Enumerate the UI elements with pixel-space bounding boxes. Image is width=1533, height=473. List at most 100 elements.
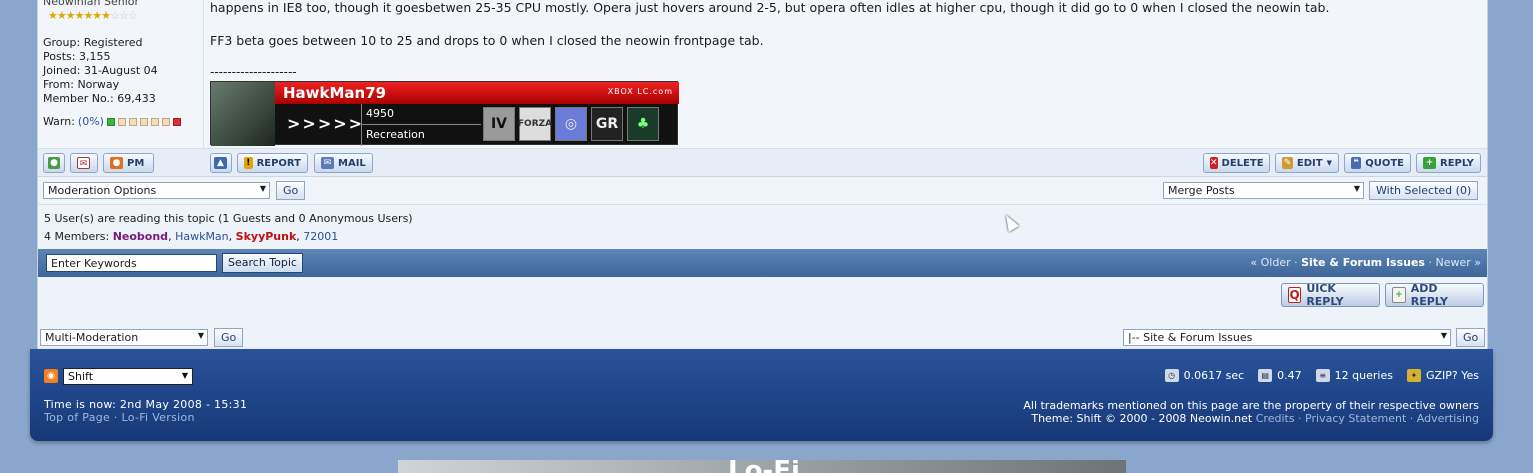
- nav-separator: ·: [1428, 256, 1432, 269]
- speech-bubble-icon: ❝: [1351, 157, 1362, 169]
- lofi-version-link[interactable]: Lo-Fi Version: [121, 411, 194, 424]
- bottom-banner-ad[interactable]: Lo-Fi: [398, 460, 1126, 473]
- rank-stars: ★★★★★★★☆☆☆: [48, 9, 138, 22]
- game-tile: ♣: [627, 107, 659, 141]
- database-icon: ≡: [1315, 369, 1330, 382]
- multi-moderation-value: Multi-Moderation: [45, 331, 139, 344]
- quote-button[interactable]: ❝ QUOTE: [1344, 153, 1411, 173]
- chevron-down-icon: ▼: [1440, 331, 1447, 340]
- theme-credit: Theme: Shift © 2000 - 2008 Neowin.net: [1031, 412, 1253, 425]
- gamer-zone: Recreation: [361, 125, 481, 146]
- gamercard-signature[interactable]: HawkMan79 XBOX LC.com >>>>> 4950 Recreati…: [210, 81, 679, 146]
- older-topic-link[interactable]: « Older: [1250, 256, 1290, 269]
- warn-box: [161, 118, 170, 126]
- member-link[interactable]: 72001: [303, 230, 338, 243]
- moderation-go-button[interactable]: Go: [276, 181, 306, 200]
- delete-button[interactable]: ✕ DELETE: [1203, 153, 1270, 173]
- nav-separator: ·: [1294, 256, 1298, 269]
- keyword-search-input[interactable]: Enter Keywords: [46, 254, 217, 272]
- pencil-icon: ✎: [1282, 157, 1293, 169]
- chevron-down-icon: ▼: [1326, 159, 1332, 167]
- moderation-bar: Moderation Options ▼ Go Merge Posts ▼ With…: [38, 177, 1487, 205]
- post-line: happens in IE8 too, though it goesbetwen…: [210, 0, 1330, 15]
- reply-button[interactable]: + REPLY: [1416, 153, 1481, 173]
- post-line: FF3 beta goes between 10 to 25 and drops…: [210, 33, 764, 48]
- pm-button[interactable]: ● PM: [103, 153, 154, 173]
- exec-time: 0.0617 sec: [1183, 369, 1245, 382]
- game-tile: ◎: [555, 107, 587, 141]
- moderation-options-select[interactable]: Moderation Options ▼: [43, 182, 270, 199]
- scroll-top-button[interactable]: ▲: [210, 153, 232, 173]
- gamercard-arrows: >>>>>: [287, 114, 365, 133]
- warn-percent[interactable]: (0%): [78, 115, 104, 129]
- delete-label: DELETE: [1221, 157, 1264, 169]
- multi-moderation-go-button[interactable]: Go: [214, 328, 244, 347]
- pm-label: PM: [127, 157, 145, 169]
- quick-reply-label: UICK REPLY: [1306, 282, 1344, 308]
- new-document-icon: +: [1392, 287, 1406, 303]
- forum-jump-go-button[interactable]: Go: [1456, 328, 1486, 347]
- signature-separator: --------------------: [210, 65, 297, 79]
- chevron-down-icon: ▼: [181, 371, 188, 380]
- site-footer: ◉ Shift ▼ Time is now: 2nd May 2008 - 15:…: [30, 349, 1493, 441]
- server-load: 0.47: [1277, 369, 1302, 382]
- profile-button[interactable]: ●: [43, 153, 65, 173]
- warn-label: Warn:: [43, 115, 75, 128]
- post-button-bar: ● ✉ ● PM ▲ ! REPORT ✉ MAIL ✕ DELETE ✎ EDIT ▼ ❝…: [38, 149, 1487, 177]
- mail-button[interactable]: ✉ MAIL: [314, 153, 373, 173]
- rss-icon[interactable]: ◉: [44, 369, 58, 383]
- page-stats: ◷ 0.0617 sec ▤ 0.47 ≡ 12 queries ✦ GZIP? Yes: [1164, 369, 1479, 382]
- arrow-up-icon: ▲: [214, 157, 227, 169]
- readers-summary: 5 User(s) are reading this topic (1 Gues…: [44, 212, 413, 225]
- delete-x-icon: ✕: [1210, 157, 1218, 169]
- server-load-icon: ▤: [1258, 369, 1273, 382]
- member-link[interactable]: Neobond: [113, 230, 168, 243]
- member-link[interactable]: SkyyPunk: [236, 230, 297, 243]
- user-joined: Joined: 31-August 04: [43, 64, 158, 77]
- post-body: happens in IE8 too, though it goesbetwen…: [210, 0, 1485, 79]
- report-button[interactable]: ! REPORT: [237, 153, 308, 173]
- merge-posts-select[interactable]: Merge Posts ▼: [1163, 182, 1364, 199]
- skin-select[interactable]: Shift ▼: [63, 368, 193, 385]
- gamertag: HawkMan79: [283, 84, 387, 102]
- skin-value: Shift: [68, 370, 94, 383]
- credits-link[interactable]: Credits: [1256, 412, 1295, 425]
- privacy-statement-link[interactable]: Privacy Statement: [1305, 412, 1406, 425]
- multi-moderation-select[interactable]: Multi-Moderation ▼: [40, 329, 208, 346]
- game-tile: IV: [483, 107, 515, 141]
- query-count: 12 queries: [1334, 369, 1393, 382]
- clock-icon: ◷: [1164, 369, 1179, 382]
- newer-topic-link[interactable]: Newer »: [1435, 256, 1481, 269]
- forum-link[interactable]: Site & Forum Issues: [1301, 256, 1425, 269]
- merge-posts-value: Merge Posts: [1168, 184, 1235, 197]
- user-info: Neowinian Senior ★★★★★★★☆☆☆ Group: Regis…: [38, 0, 204, 149]
- warn-decrease-icon[interactable]: [106, 118, 115, 126]
- add-reply-button[interactable]: + ADD REPLY: [1385, 282, 1484, 308]
- forum-topic-panel: Neowinian Senior ★★★★★★★☆☆☆ Group: Regis…: [37, 0, 1488, 349]
- topic-readers: 5 User(s) are reading this topic (1 Gues…: [38, 205, 1487, 249]
- member-link[interactable]: HawkMan: [175, 230, 229, 243]
- advertising-link[interactable]: Advertising: [1417, 412, 1479, 425]
- envelope-icon: ✉: [77, 157, 90, 169]
- post-row: Neowinian Senior ★★★★★★★☆☆☆ Group: Regis…: [38, 0, 1487, 149]
- user-rank: Neowinian Senior: [43, 0, 140, 8]
- email-button[interactable]: ✉: [70, 153, 98, 173]
- warn-increase-icon[interactable]: [172, 118, 181, 126]
- user-group: Group: Registered: [43, 36, 143, 49]
- top-of-page-link[interactable]: Top of Page: [44, 411, 110, 424]
- footer-separator: ·: [1409, 412, 1414, 425]
- user-posts: Posts: 3,155: [43, 50, 111, 63]
- user-icon: ●: [48, 157, 60, 169]
- footer-separator: ·: [1298, 412, 1302, 425]
- forum-jump-select[interactable]: |-- Site & Forum Issues ▼: [1123, 329, 1451, 346]
- gamerscore: 4950: [361, 104, 481, 125]
- mail-label: MAIL: [338, 157, 366, 169]
- quick-reply-button[interactable]: Q UICK REPLY: [1281, 282, 1380, 308]
- search-topic-button[interactable]: Search Topic: [222, 253, 303, 273]
- edit-label: EDIT: [1296, 157, 1323, 169]
- edit-button[interactable]: ✎ EDIT ▼: [1275, 153, 1339, 173]
- with-selected-button[interactable]: With Selected (0): [1369, 181, 1479, 200]
- readers-members: 4 Members: Neobond, HawkMan, SkyyPunk, 7…: [44, 230, 339, 243]
- warn-level: Warn: (0%): [43, 115, 203, 129]
- add-reply-label: ADD REPLY: [1410, 282, 1449, 308]
